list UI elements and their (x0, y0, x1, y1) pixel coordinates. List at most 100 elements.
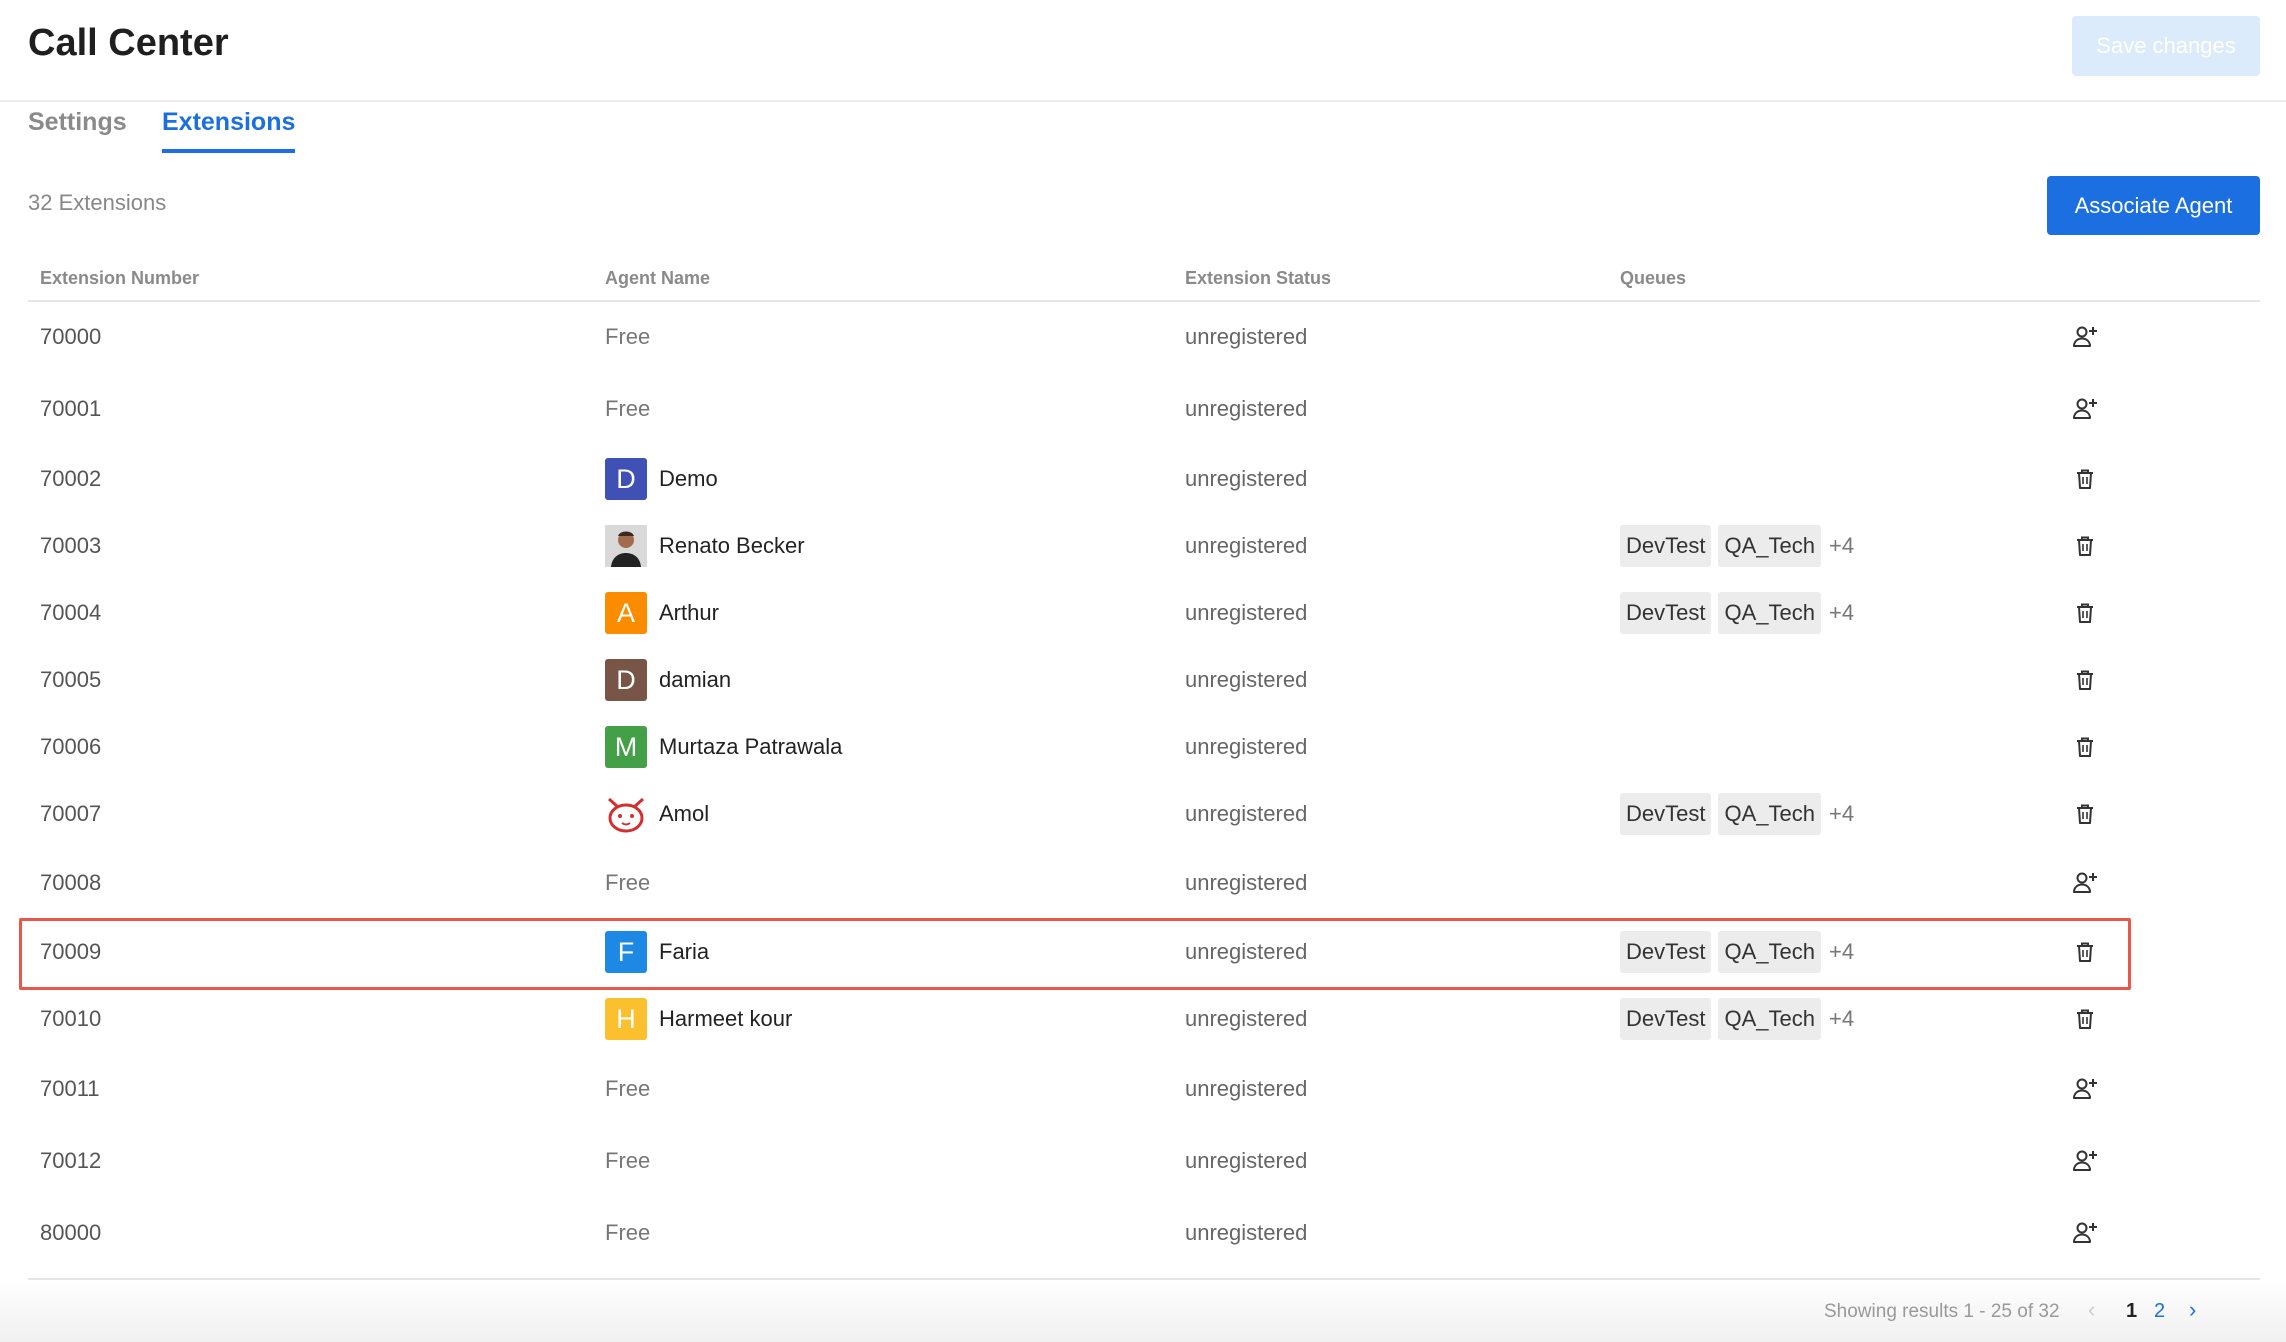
extension-status: unregistered (1185, 600, 1308, 625)
delete-icon[interactable] (2068, 797, 2102, 831)
queue-more-count[interactable]: +4 (1829, 533, 1854, 559)
delete-icon[interactable] (2068, 596, 2102, 630)
agent-name: Murtaza Patrawala (659, 734, 843, 759)
extension-status: unregistered (1185, 801, 1308, 826)
delete-icon[interactable] (2068, 462, 2102, 496)
page-title: Call Center (28, 22, 229, 64)
extension-number: 70008 (40, 870, 102, 895)
queue-more-count[interactable]: +4 (1829, 801, 1854, 827)
queue-tag: DevTest (1620, 592, 1712, 634)
results-summary: Showing results 1 - 25 of 32 (1824, 1301, 2060, 1322)
table-row: 70000 Free unregistered (28, 304, 2260, 370)
queue-tag: DevTest (1620, 793, 1712, 835)
agent-cell: Free (605, 304, 650, 370)
table-row: 70010 H Harmeet kour unregistered DevTest QA_… (28, 986, 2260, 1052)
prev-page-icon[interactable]: ‹ (2088, 1297, 2095, 1323)
row-action (2068, 1200, 2102, 1266)
agent-cell: Renato Becker (605, 513, 805, 579)
table-row: 70006 M Murtaza Patrawala unregistered (28, 714, 2260, 780)
delete-icon[interactable] (2068, 529, 2102, 563)
agent-cell: Free (605, 376, 650, 442)
queues-cell: DevTest QA_Tech +4 (1620, 580, 1854, 646)
extension-number: 70007 (40, 801, 102, 826)
row-action (2068, 304, 2102, 370)
tab-settings[interactable]: Settings (28, 108, 127, 149)
extension-number: 70004 (40, 600, 102, 625)
extension-number: 70005 (40, 667, 102, 692)
delete-icon[interactable] (2068, 935, 2102, 969)
page-1-link[interactable]: 1 (2126, 1300, 2137, 1323)
agent-free-label: Free (605, 1148, 651, 1173)
queue-more-count[interactable]: +4 (1829, 1006, 1854, 1032)
extension-status: unregistered (1185, 734, 1308, 759)
agent-cell: Ddamian (605, 647, 731, 713)
extension-status: unregistered (1185, 1006, 1308, 1031)
row-action (2068, 714, 2102, 780)
table-row: 70011 Free unregistered (28, 1056, 2260, 1122)
add-agent-icon[interactable] (2068, 1216, 2102, 1250)
table-row: 70009 F Faria unregistered DevTest QA_Tech +4 (28, 919, 2260, 985)
extension-status: unregistered (1185, 1220, 1308, 1245)
row-action (2068, 850, 2102, 916)
agent-cell: D Demo (605, 446, 718, 512)
queue-tag: QA_Tech (1718, 793, 1821, 835)
table-row: 70004 A Arthur unregistered DevTest QA_Tech +4 (28, 580, 2260, 646)
agent-cell: A Arthur (605, 580, 719, 646)
agent-cell: Free (605, 850, 650, 916)
agent-free-label: Free (605, 324, 651, 349)
extension-number: 70011 (40, 1076, 100, 1101)
table-row: 70002 D Demo unregistered (28, 446, 2260, 512)
agent-free-label: Free (605, 1076, 651, 1101)
row-action (2068, 513, 2102, 579)
queue-tag: DevTest (1620, 998, 1712, 1040)
page-header: Call Center Save changes (0, 0, 2286, 102)
column-header-queues: Queues (1620, 268, 1687, 288)
row-action (2068, 919, 2102, 985)
agent-cell: Free (605, 1056, 650, 1122)
row-action (2068, 580, 2102, 646)
table-row: 70003 Renato Becker unregistered DevTest QA_… (28, 513, 2260, 579)
table-row: 70005 Ddamian unregistered (28, 647, 2260, 713)
agent-free-label: Free (605, 396, 651, 421)
extensions-table: Extension Number Agent Name Extension St… (28, 258, 2260, 1245)
row-action (2068, 376, 2102, 442)
agent-avatar: M (605, 726, 647, 768)
queues-cell: DevTest QA_Tech +4 (1620, 513, 1854, 579)
add-agent-icon[interactable] (2068, 392, 2102, 426)
delete-icon[interactable] (2068, 663, 2102, 697)
add-agent-icon[interactable] (2068, 866, 2102, 900)
extension-number: 70010 (40, 1006, 102, 1031)
extension-status: unregistered (1185, 466, 1308, 491)
agent-name: Arthur (659, 600, 719, 625)
save-changes-button[interactable]: Save changes (2072, 16, 2260, 76)
agent-name: Amol (659, 801, 710, 826)
table-row: 70012 Free unregistered (28, 1128, 2260, 1194)
queue-more-count[interactable]: +4 (1829, 600, 1854, 626)
extension-number: 70006 (40, 734, 102, 759)
extension-status: unregistered (1185, 1148, 1308, 1173)
agent-cell: Free (605, 1128, 650, 1194)
queue-tag: DevTest (1620, 931, 1712, 973)
table-row: 80000 Free unregistered (28, 1200, 2260, 1266)
queue-more-count[interactable]: +4 (1829, 939, 1854, 965)
queues-cell: DevTest QA_Tech +4 (1620, 919, 1854, 985)
column-header-extension-number: Extension Number (40, 268, 200, 288)
associate-agent-button[interactable]: Associate Agent (2047, 176, 2260, 235)
page-2-link[interactable]: 2 (2154, 1300, 2165, 1323)
agent-cell: M Murtaza Patrawala (605, 714, 842, 780)
extension-status: unregistered (1185, 1076, 1308, 1101)
tab-extensions[interactable]: Extensions (162, 108, 296, 153)
row-action (2068, 986, 2102, 1052)
agent-free-label: Free (605, 870, 651, 895)
delete-icon[interactable] (2068, 1002, 2102, 1036)
agent-avatar: F (605, 931, 647, 973)
agent-name: Harmeet kour (659, 1006, 793, 1031)
next-page-icon[interactable]: › (2189, 1297, 2196, 1323)
agent-avatar: D (605, 458, 647, 500)
extension-number: 70002 (40, 466, 102, 491)
add-agent-icon[interactable] (2068, 1072, 2102, 1106)
add-agent-icon[interactable] (2068, 320, 2102, 354)
add-agent-icon[interactable] (2068, 1144, 2102, 1178)
delete-icon[interactable] (2068, 730, 2102, 764)
queue-tag: QA_Tech (1718, 998, 1821, 1040)
